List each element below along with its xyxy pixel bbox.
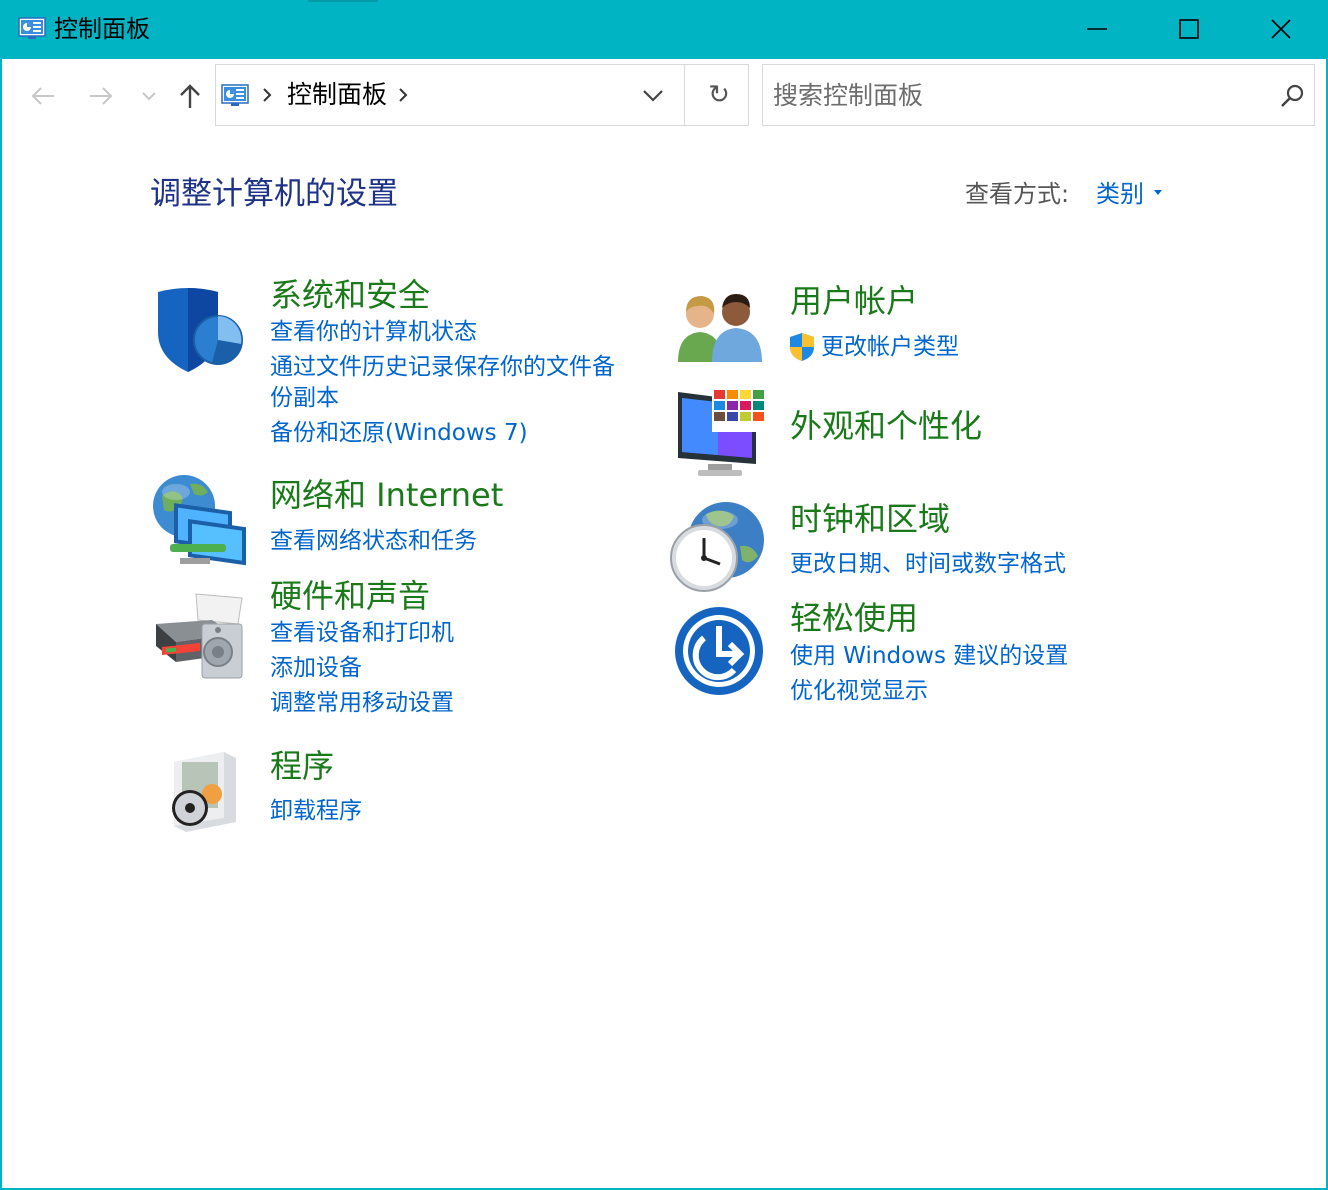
monitor-palette-icon[interactable] xyxy=(678,388,768,480)
link-network-status-tasks[interactable]: 查看网络状态和任务 xyxy=(270,524,477,559)
link-optimize-visual-display[interactable]: 优化视觉显示 xyxy=(790,674,928,709)
address-divider xyxy=(684,65,685,125)
link-change-account-type[interactable]: 更改帐户类型 xyxy=(821,330,959,365)
search-icon[interactable] xyxy=(1277,81,1307,111)
search-input[interactable] xyxy=(773,79,1253,111)
control-panel-icon xyxy=(18,17,46,39)
address-bar[interactable]: 控制面板 ↻ xyxy=(215,64,749,126)
page-title: 调整计算机的设置 xyxy=(150,176,398,212)
breadcrumb-chevron-icon[interactable] xyxy=(396,83,410,107)
search-box[interactable] xyxy=(762,64,1315,126)
clock-globe-icon[interactable] xyxy=(670,500,766,594)
shield-icon[interactable] xyxy=(152,284,244,376)
view-by-dropdown[interactable]: 类别 xyxy=(1096,178,1144,210)
category-appearance-personalization[interactable]: 外观和个性化 xyxy=(790,406,982,446)
close-icon xyxy=(1271,19,1291,39)
link-file-history-backup[interactable]: 通过文件历史记录保存你的文件备 xyxy=(270,350,615,385)
window-title: 控制面板 xyxy=(54,15,150,43)
link-backup-restore-win7[interactable]: 备份和还原(Windows 7) xyxy=(270,416,528,451)
network-globe-icon[interactable] xyxy=(152,474,248,566)
title-bar[interactable]: 控制面板 xyxy=(2,0,1328,59)
category-system-security[interactable]: 系统和安全 xyxy=(270,275,430,315)
maximize-icon xyxy=(1179,19,1199,39)
category-clock-region[interactable]: 时钟和区域 xyxy=(790,499,950,539)
link-mobility-settings[interactable]: 调整常用移动设置 xyxy=(270,686,454,721)
refresh-button[interactable]: ↻ xyxy=(704,79,734,111)
link-add-device[interactable]: 添加设备 xyxy=(270,651,362,686)
close-button[interactable] xyxy=(1235,0,1327,59)
link-windows-recommended-settings[interactable]: 使用 Windows 建议的设置 xyxy=(790,639,1068,674)
category-network-internet[interactable]: 网络和 Internet xyxy=(270,475,503,515)
address-dropdown-icon[interactable] xyxy=(640,85,666,105)
breadcrumb-control-panel[interactable]: 控制面板 xyxy=(287,79,387,111)
view-by-label: 查看方式: xyxy=(965,180,1070,208)
control-panel-icon xyxy=(221,84,249,106)
recent-locations-button[interactable] xyxy=(139,80,159,112)
category-ease-of-access[interactable]: 轻松使用 xyxy=(790,598,918,638)
link-file-history-backup-cont[interactable]: 份副本 xyxy=(270,381,339,416)
category-hardware-sound[interactable]: 硬件和声音 xyxy=(270,576,430,616)
title-bar-accent xyxy=(308,0,378,2)
minimize-button[interactable] xyxy=(1051,0,1143,59)
up-button[interactable] xyxy=(176,80,204,112)
users-icon[interactable] xyxy=(674,290,766,364)
link-change-date-time-format[interactable]: 更改日期、时间或数字格式 xyxy=(790,547,1066,582)
category-programs[interactable]: 程序 xyxy=(270,746,334,786)
breadcrumb-chevron-icon[interactable] xyxy=(260,83,274,107)
uac-shield-icon xyxy=(790,333,814,361)
category-user-accounts[interactable]: 用户帐户 xyxy=(790,281,918,321)
minimize-icon xyxy=(1087,28,1107,30)
caret-down-icon[interactable] xyxy=(1154,190,1162,196)
forward-button[interactable] xyxy=(87,80,115,112)
control-panel-window: 控制面板 控制面板 ↻ 搜索控制面板 调整计算机的设置 查看方式: 类别 系统和… xyxy=(0,0,1328,1190)
ease-of-access-icon[interactable] xyxy=(674,606,764,696)
link-uninstall-program[interactable]: 卸载程序 xyxy=(270,794,362,829)
back-button[interactable] xyxy=(30,80,58,112)
maximize-button[interactable] xyxy=(1143,0,1235,59)
link-devices-printers[interactable]: 查看设备和打印机 xyxy=(270,616,454,651)
programs-disc-icon[interactable] xyxy=(164,748,238,834)
printer-speaker-icon[interactable] xyxy=(152,590,246,680)
link-view-computer-status[interactable]: 查看你的计算机状态 xyxy=(270,315,477,350)
